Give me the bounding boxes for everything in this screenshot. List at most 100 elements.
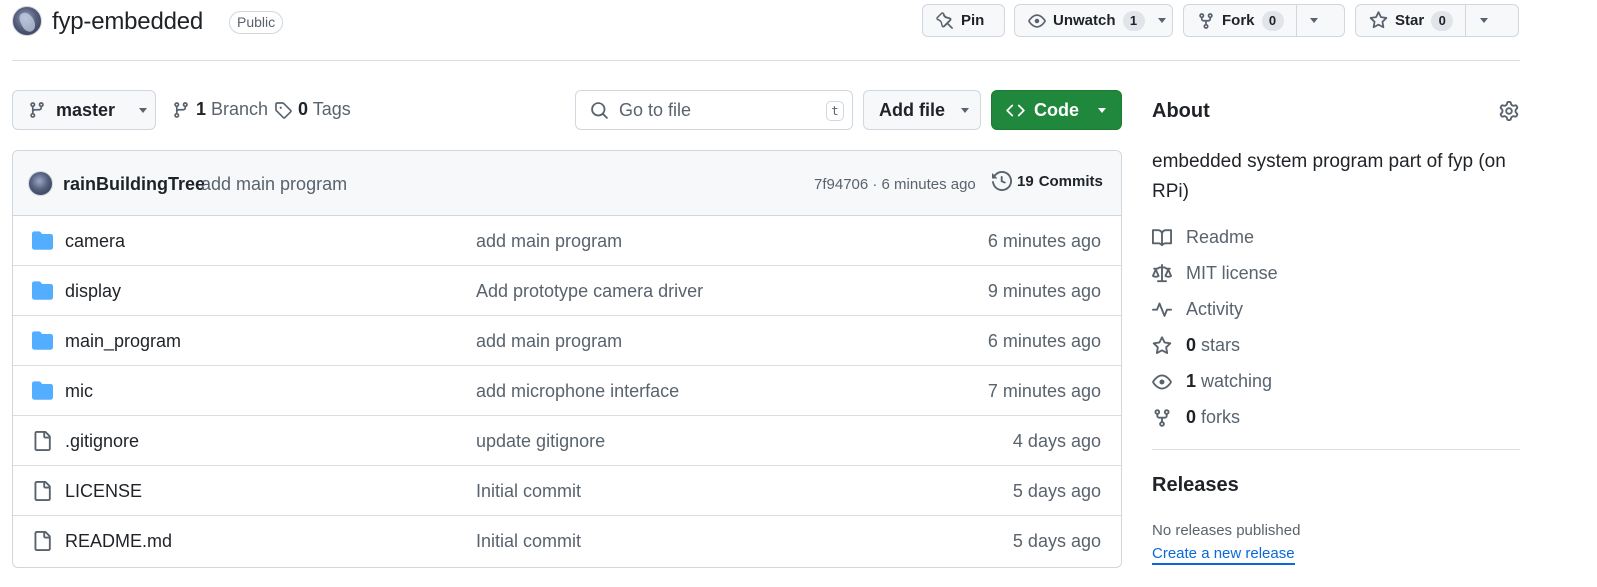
file-date: 9 minutes ago xyxy=(987,281,1101,301)
file-name[interactable]: README.md xyxy=(65,531,172,552)
code-button[interactable]: Code xyxy=(991,90,1122,130)
repo-header: fyp-embedded Public Pin Unwatch 1 Fork 0 xyxy=(12,4,1520,44)
book-icon xyxy=(1152,228,1172,248)
table-row[interactable]: mic add microphone interface 7 minutes a… xyxy=(13,366,1121,416)
file-date: 7 minutes ago xyxy=(987,381,1101,401)
go-to-file-input[interactable]: Go to file t xyxy=(575,90,853,130)
table-row[interactable]: .gitignore update gitignore 4 days ago xyxy=(13,416,1121,466)
activity-link[interactable]: Activity xyxy=(1152,299,1243,320)
file-name[interactable]: display xyxy=(65,281,121,302)
pin-icon xyxy=(936,11,954,30)
chevron-down-icon xyxy=(1310,18,1319,23)
watch-label: Unwatch xyxy=(1053,12,1116,29)
activity-label: Activity xyxy=(1186,299,1244,319)
table-row[interactable]: README.md Initial commit 5 days ago xyxy=(13,516,1121,566)
readme-label: Readme xyxy=(1186,227,1255,247)
watch-dropdown[interactable] xyxy=(1153,5,1172,36)
file-commit-message[interactable]: Initial commit xyxy=(476,531,581,552)
chevron-down-icon xyxy=(961,107,969,113)
file-name[interactable]: LICENSE xyxy=(65,481,142,502)
keyboard-shortcut: t xyxy=(826,101,844,121)
commit-sha-time[interactable]: 7f94706 · 6 minutes ago xyxy=(814,176,976,193)
file-commit-message[interactable]: add main program xyxy=(476,231,622,252)
file-name[interactable]: main_program xyxy=(65,331,181,352)
license-label: MIT license xyxy=(1186,263,1278,283)
stars-link[interactable]: 0 stars xyxy=(1152,335,1240,356)
license-link[interactable]: MIT license xyxy=(1152,263,1278,284)
file-date: 5 days ago xyxy=(1012,481,1101,501)
watching-link[interactable]: 1 watching xyxy=(1152,371,1272,392)
chevron-down-icon xyxy=(139,107,148,113)
readme-link[interactable]: Readme xyxy=(1152,227,1254,248)
tag-word: Tags xyxy=(312,99,351,119)
watching-word: watching xyxy=(1201,371,1273,391)
fork-icon xyxy=(1197,12,1215,30)
file-commit-message[interactable]: add main program xyxy=(476,331,622,352)
table-row[interactable]: camera add main program 6 minutes ago xyxy=(13,216,1121,266)
file-date: 6 minutes ago xyxy=(987,231,1101,251)
tags-link[interactable]: 0 Tags xyxy=(274,99,351,120)
file-commit-message[interactable]: add microphone interface xyxy=(476,381,679,402)
repo-description: embedded system program part of fyp (on … xyxy=(1152,151,1506,202)
table-row[interactable]: main_program add main program 6 minutes … xyxy=(13,316,1121,366)
table-row[interactable]: LICENSE Initial commit 5 days ago xyxy=(13,466,1121,516)
file-icon xyxy=(32,481,52,501)
file-icon xyxy=(32,531,52,551)
releases-title[interactable]: Releases xyxy=(1152,474,1239,497)
star-count: 0 xyxy=(1431,10,1454,31)
commits-count: 19 xyxy=(1017,172,1034,190)
history-icon xyxy=(992,171,1012,191)
commit-author[interactable]: rainBuildingTree xyxy=(63,174,205,195)
header-divider xyxy=(12,60,1520,61)
watch-button[interactable]: Unwatch 1 xyxy=(1014,4,1173,37)
file-name[interactable]: mic xyxy=(65,381,93,402)
create-release-link[interactable]: Create a new release xyxy=(1152,545,1295,565)
branches-link[interactable]: 1 Branch xyxy=(172,99,268,120)
pulse-icon xyxy=(1152,300,1172,320)
star-icon xyxy=(1152,335,1172,356)
branch-selector[interactable]: master xyxy=(12,90,156,130)
fork-dropdown[interactable] xyxy=(1295,5,1332,36)
file-date: 4 days ago xyxy=(1012,431,1101,451)
watching-count: 1 xyxy=(1186,371,1197,391)
forks-count: 0 xyxy=(1186,407,1197,427)
commits-word: Commits xyxy=(1038,172,1103,190)
fork-label: Fork xyxy=(1222,12,1255,29)
visibility-badge: Public xyxy=(229,11,284,34)
file-icon xyxy=(32,431,52,451)
latest-commit-bar: rainBuildingTree add main program 7f9470… xyxy=(13,151,1121,216)
eye-icon xyxy=(1028,12,1046,30)
about-title: About xyxy=(1152,100,1210,122)
eye-icon xyxy=(1152,372,1172,392)
commit-message[interactable]: add main program xyxy=(201,174,347,195)
branch-word: Branch xyxy=(211,99,269,119)
star-dropdown[interactable] xyxy=(1465,5,1501,36)
gear-icon[interactable] xyxy=(1499,101,1519,121)
file-commit-message[interactable]: update gitignore xyxy=(476,431,605,452)
file-commit-message[interactable]: Initial commit xyxy=(476,481,581,502)
branch-count: 1 xyxy=(196,99,207,119)
forks-link[interactable]: 0 forks xyxy=(1152,407,1240,428)
folder-icon xyxy=(32,331,53,350)
add-file-button[interactable]: Add file xyxy=(863,90,981,130)
branch-name: master xyxy=(56,99,116,120)
folder-icon xyxy=(32,281,53,300)
watch-count: 1 xyxy=(1122,10,1145,31)
table-row[interactable]: display Add prototype camera driver 9 mi… xyxy=(13,266,1121,316)
pin-button[interactable]: Pin xyxy=(922,4,1005,37)
owner-avatar[interactable] xyxy=(12,6,42,36)
file-date: 6 minutes ago xyxy=(987,331,1101,351)
author-avatar[interactable] xyxy=(28,171,53,196)
folder-icon xyxy=(32,231,53,250)
fork-button[interactable]: Fork 0 xyxy=(1183,4,1345,37)
commits-link[interactable]: 19 Commits xyxy=(992,171,1103,191)
repo-name[interactable]: fyp-embedded xyxy=(52,8,203,36)
file-commit-message[interactable]: Add prototype camera driver xyxy=(476,281,703,302)
star-icon xyxy=(1369,11,1388,30)
stars-count: 0 xyxy=(1186,335,1197,355)
star-button[interactable]: Star 0 xyxy=(1355,4,1519,37)
folder-icon xyxy=(32,381,53,400)
file-name[interactable]: camera xyxy=(65,231,125,252)
file-name[interactable]: .gitignore xyxy=(65,431,139,452)
forks-word: forks xyxy=(1201,407,1241,427)
